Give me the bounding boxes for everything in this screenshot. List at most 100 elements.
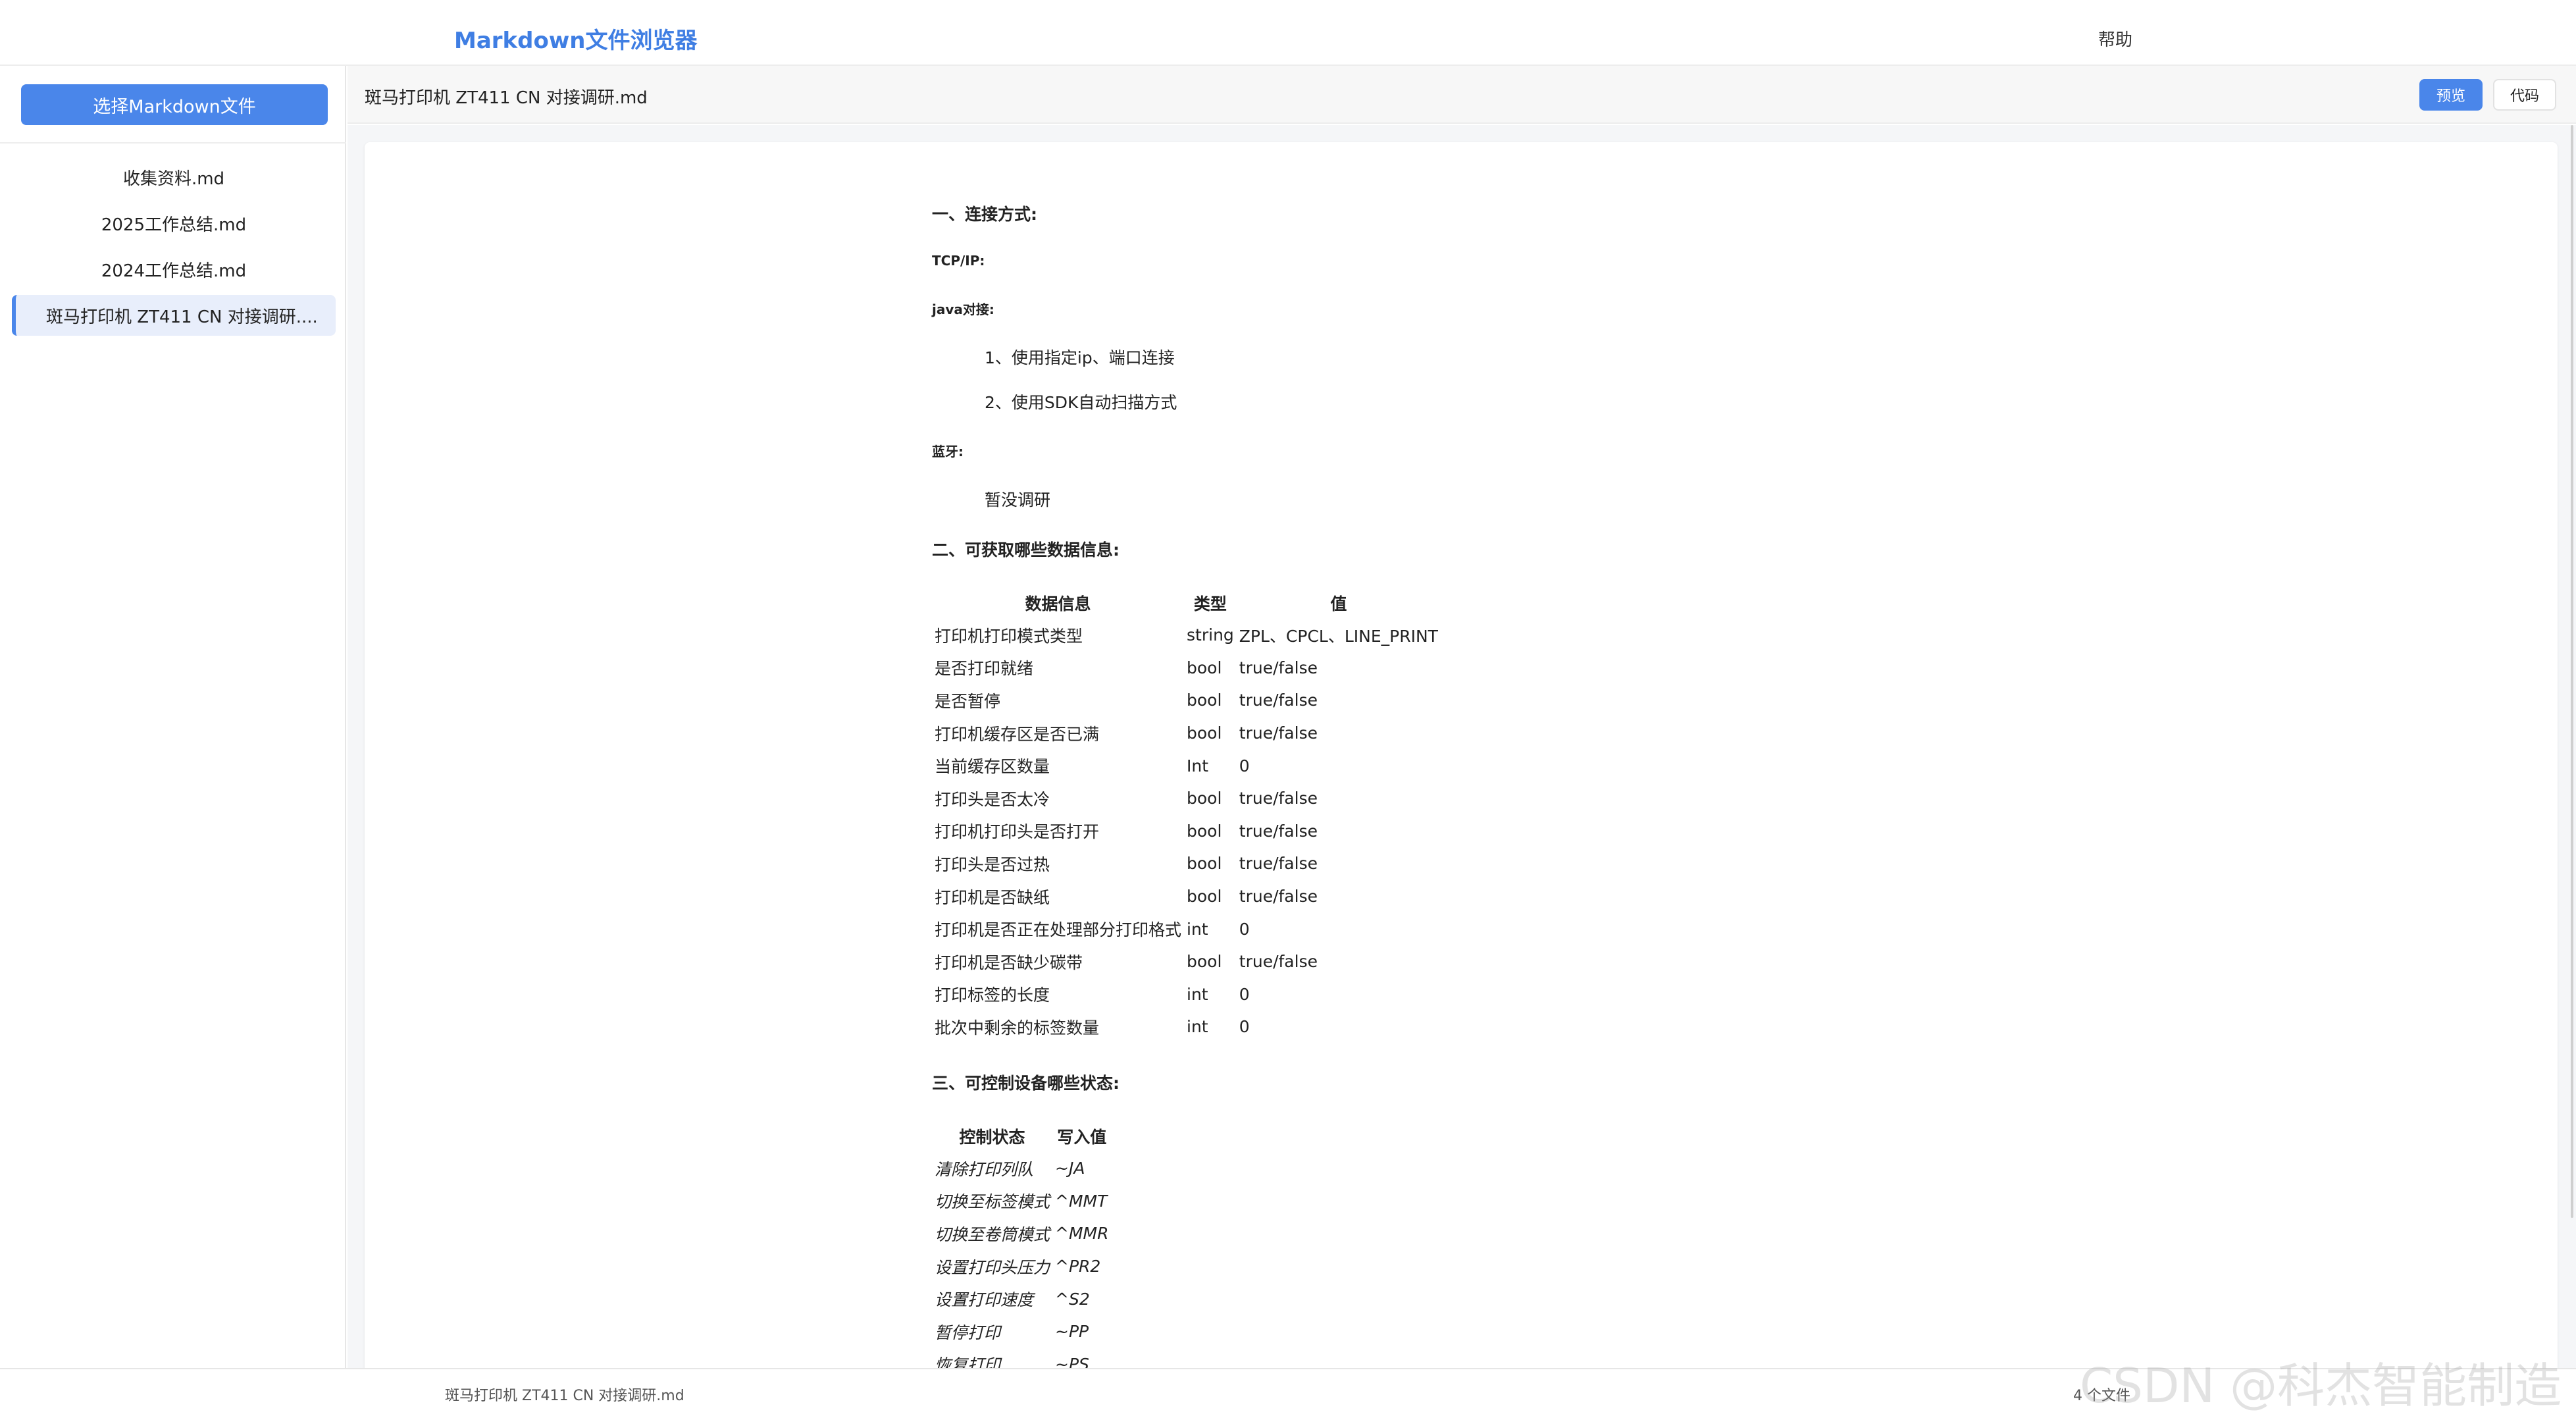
table-header: 值 <box>1330 594 1347 614</box>
table-cell: ^MMR <box>1055 1224 1109 1244</box>
subheading: TCP/IP: <box>932 253 985 269</box>
main-header: 斑马打印机 ZT411 CN 对接调研.md 预览 代码 <box>348 66 2576 124</box>
table-header: 控制状态 <box>959 1128 1025 1147</box>
table-cell: ^PR2 <box>1055 1257 1101 1276</box>
table-cell: bool <box>1187 887 1222 906</box>
section-heading: 一、连接方式: <box>932 205 1037 224</box>
file-item[interactable]: 2024工作总结.md <box>12 249 336 290</box>
table-cell: bool <box>1187 821 1222 841</box>
table-row: 打印机缓存区是否已满 bool true/false <box>932 717 1441 750</box>
subheading: 蓝牙: <box>932 444 964 460</box>
app-window: Markdown文件浏览器 帮助 选择Markdown文件 收集资料.md 20… <box>0 0 2576 1418</box>
table-cell: 是否打印就绪 <box>935 659 1034 679</box>
paragraph: 1、使用指定ip、端口连接 <box>985 348 1175 367</box>
paragraph: 暂没调研 <box>985 490 1051 510</box>
table-cell: 设置打印速度 <box>935 1290 1034 1310</box>
table-cell: 0 <box>1239 1017 1250 1037</box>
table-row: 批次中剩余的标签数量 int 0 <box>932 1011 1441 1043</box>
help-link[interactable]: 帮助 <box>2098 26 2132 51</box>
subheading: java对接: <box>932 302 994 317</box>
table-row: 打印头是否过热 bool true/false <box>932 847 1441 880</box>
table-cell: int <box>1187 1017 1208 1037</box>
markdown-preview[interactable]: 一、连接方式: TCP/IP: java对接: 1、使用指定ip、端口连接 2、… <box>365 142 2558 1393</box>
table-row: 打印标签的长度 int 0 <box>932 978 1441 1011</box>
preview-button[interactable]: 预览 <box>2419 79 2483 111</box>
table-cell: true/false <box>1239 887 1318 906</box>
table-cell: ZPL、CPCL、LINE_PRINT <box>1239 626 1438 646</box>
current-file-name: 斑马打印机 ZT411 CN 对接调研.md <box>365 88 648 108</box>
table-cell: true/false <box>1239 854 1318 874</box>
table-row: 切换至标签模式 ^MMT <box>932 1185 1111 1218</box>
paragraph: 2、使用SDK自动扫描方式 <box>985 393 1177 412</box>
table-cell: bool <box>1187 854 1222 874</box>
section-heading: 二、可获取哪些数据信息: <box>932 540 1120 560</box>
table-row: 清除打印列队 ~JA <box>932 1152 1111 1185</box>
table-cell: bool <box>1187 723 1222 743</box>
table-row: 打印机是否正在处理部分打印格式 int 0 <box>932 912 1441 945</box>
app-title: Markdown文件浏览器 <box>454 28 698 54</box>
table-cell: 打印机是否正在处理部分打印格式 <box>935 920 1182 940</box>
table-row: 是否暂停 bool true/false <box>932 684 1441 717</box>
table-cell: 打印机是否缺纸 <box>935 887 1050 907</box>
table-cell: true/false <box>1239 658 1318 677</box>
table-cell: 打印机打印头是否打开 <box>935 822 1100 842</box>
table-header: 写入值 <box>1057 1128 1107 1147</box>
status-bar: 斑马打印机 ZT411 CN 对接调研.md 4 个文件 <box>0 1368 2576 1418</box>
table-header-row: 数据信息 类型 值 <box>932 587 1441 619</box>
scrollbar-thumb[interactable] <box>2571 125 2573 1218</box>
table-cell: int <box>1187 984 1208 1004</box>
table-cell: 0 <box>1239 756 1250 775</box>
table-row: 设置打印速度 ^S2 <box>932 1282 1111 1315</box>
table-row: 打印头是否太冷 bool true/false <box>932 782 1441 815</box>
file-list: 收集资料.md 2025工作总结.md 2024工作总结.md 斑马打印机 ZT… <box>0 151 346 336</box>
table-cell: 0 <box>1239 984 1250 1004</box>
table-row: 打印机是否缺少碳带 bool true/false <box>932 945 1441 978</box>
table-cell: bool <box>1187 658 1222 677</box>
sidebar-divider <box>0 142 346 144</box>
table-cell: 批次中剩余的标签数量 <box>935 1018 1100 1037</box>
table-cell: true/false <box>1239 789 1318 808</box>
table-body: 清除打印列队 ~JA 切换至标签模式 ^MMT 切换至卷筒模式 ^MMR 设置打印头压力 ^P… <box>932 1152 1111 1380</box>
table-cell: int <box>1187 919 1208 939</box>
table-cell: ~PP <box>1055 1322 1089 1342</box>
code-button[interactable]: 代码 <box>2493 79 2556 111</box>
status-file-count: 4 个文件 <box>2073 1388 2130 1404</box>
table-cell: 打印机缓存区是否已满 <box>935 724 1100 744</box>
status-file-name: 斑马打印机 ZT411 CN 对接调研.md <box>445 1388 684 1404</box>
table-header-row: 控制状态 写入值 <box>932 1120 1111 1152</box>
table-cell: true/false <box>1239 952 1318 972</box>
table-cell: 打印机是否缺少碳带 <box>935 953 1083 972</box>
file-item[interactable]: 2025工作总结.md <box>12 203 336 244</box>
table-row: 打印机打印头是否打开 bool true/false <box>932 815 1441 848</box>
control-state-table: 控制状态 写入值 清除打印列队 ~JA 切换至标签模式 ^MMT 切换至卷筒模式 ^MMR… <box>932 1120 1111 1380</box>
table-cell: ^MMT <box>1055 1191 1108 1211</box>
table-cell: 打印标签的长度 <box>935 985 1050 1005</box>
table-cell: 打印头是否过热 <box>935 854 1050 874</box>
table-cell: 暂停打印 <box>935 1323 1001 1342</box>
table-cell: 打印头是否太冷 <box>935 789 1050 809</box>
table-cell: bool <box>1187 789 1222 808</box>
table-cell: 清除打印列队 <box>935 1159 1034 1179</box>
table-cell: string <box>1187 625 1234 645</box>
table-cell: Int <box>1187 756 1209 775</box>
table-cell: true/false <box>1239 723 1318 743</box>
file-item-active[interactable]: 斑马打印机 ZT411 CN 对接调研.... <box>12 295 336 336</box>
table-body: 打印机打印模式类型 string ZPL、CPCL、LINE_PRINT 是否打印就绪… <box>932 619 1441 1043</box>
table-cell: 0 <box>1239 919 1250 939</box>
table-row: 切换至卷筒模式 ^MMR <box>932 1217 1111 1250</box>
table-header: 类型 <box>1193 594 1227 614</box>
table-row: 打印机打印模式类型 string ZPL、CPCL、LINE_PRINT <box>932 619 1441 652</box>
table-row: 当前缓存区数量 Int 0 <box>932 749 1441 782</box>
table-cell: 打印机打印模式类型 <box>935 626 1083 646</box>
table-cell: 切换至标签模式 <box>935 1192 1050 1212</box>
table-row: 打印机是否缺纸 bool true/false <box>932 880 1441 913</box>
table-cell: bool <box>1187 952 1222 972</box>
table-cell: 切换至卷筒模式 <box>935 1224 1050 1244</box>
table-row: 设置打印头压力 ^PR2 <box>932 1250 1111 1283</box>
choose-markdown-file-button[interactable]: 选择Markdown文件 <box>21 84 328 125</box>
file-item[interactable]: 收集资料.md <box>12 157 336 197</box>
section-heading: 三、可控制设备哪些状态: <box>932 1074 1120 1093</box>
table-cell: ^S2 <box>1055 1289 1090 1309</box>
sidebar: 选择Markdown文件 收集资料.md 2025工作总结.md 2024工作总… <box>0 66 346 1368</box>
content-area: 一、连接方式: TCP/IP: java对接: 1、使用指定ip、端口连接 2、… <box>348 125 2576 1393</box>
